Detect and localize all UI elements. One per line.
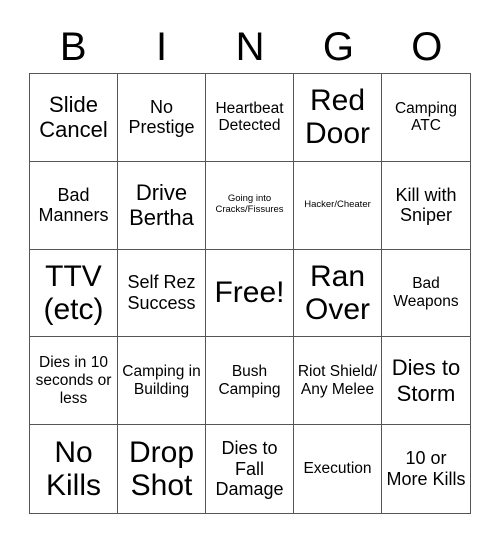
bingo-cell-b5[interactable]: No Kills [30, 425, 118, 513]
bingo-cell-text: Bad Weapons [393, 275, 459, 310]
bingo-card-grid: Slide Cancel No Prestige Heartbeat Detecte… [29, 73, 471, 514]
bingo-cell-text: Self Rez Success [127, 272, 196, 313]
bingo-cell-g5[interactable]: Execution [294, 425, 382, 513]
bingo-cell-n2[interactable]: Going into Cracks/Fissures [206, 161, 294, 250]
bingo-cell-text: No Kills [45, 436, 101, 503]
bingo-cell-text: Slide Cancel [39, 92, 108, 143]
header-letter-n: N [235, 25, 265, 69]
bingo-cell-o5[interactable]: 10 or More Kills [382, 425, 470, 513]
bingo-cell-text: No Prestige [128, 96, 195, 138]
header-letter-b: B [59, 25, 87, 69]
bingo-cell-i2[interactable]: Drive Bertha [118, 161, 206, 250]
bingo-cell-text: Bad Manners [38, 184, 109, 226]
bingo-cell-o2[interactable]: Kill with Sniper [382, 162, 470, 250]
bingo-cell-text: Hacker/Cheater [304, 198, 371, 210]
bingo-cell-text: Drive Bertha [129, 179, 194, 231]
bingo-cell-text: Free! [214, 276, 285, 310]
bingo-cell-text: Kill with Sniper [395, 184, 457, 226]
bingo-cell-text: Execution [303, 460, 372, 478]
bingo-cell-text: Dies to Storm [391, 355, 461, 406]
bingo-cell-i1[interactable]: No Prestige [118, 74, 206, 162]
bingo-cell-text: Going into Cracks/Fissures [215, 193, 284, 216]
bingo-cell-o1[interactable]: Camping ATC [382, 74, 470, 162]
bingo-header: B I N G O [29, 22, 471, 72]
bingo-cell-b3[interactable]: TTV (etc) [30, 249, 118, 338]
bingo-cell-g2[interactable]: Hacker/Cheater [294, 161, 382, 250]
bingo-cell-i4[interactable]: Camping in Building [118, 337, 206, 426]
bingo-cell-b4[interactable]: Dies in 10 seconds or less [30, 337, 118, 426]
header-letter-i: I [156, 25, 168, 69]
bingo-cell-text: Drop Shot [128, 436, 195, 503]
bingo-cell-text: Camping in Building [122, 362, 201, 398]
bingo-cell-text: Dies to Fall Damage [215, 438, 284, 500]
free-space-cell[interactable]: Free! [206, 249, 294, 338]
bingo-cell-b1[interactable]: Slide Cancel [30, 74, 118, 162]
bingo-cell-text: Riot Shield/ Any Melee [297, 362, 378, 398]
bingo-cell-o3[interactable]: Bad Weapons [382, 250, 470, 338]
bingo-cell-text: Camping ATC [394, 99, 458, 135]
bingo-cell-i3[interactable]: Self Rez Success [118, 249, 206, 338]
bingo-cell-n1[interactable]: Heartbeat Detected [206, 74, 294, 162]
header-letter-o: O [411, 25, 443, 69]
header-letter-g: G [322, 25, 354, 69]
bingo-cell-text: Heartbeat Detected [215, 99, 284, 135]
bingo-cell-o4[interactable]: Dies to Storm [382, 337, 470, 426]
bingo-cell-text: Red Door [304, 84, 371, 151]
bingo-cell-g4[interactable]: Riot Shield/ Any Melee [294, 337, 382, 426]
bingo-cell-g1[interactable]: Red Door [294, 74, 382, 162]
bingo-cell-n4[interactable]: Bush Camping [206, 337, 294, 426]
bingo-cell-text: Dies in 10 seconds or less [35, 354, 112, 407]
bingo-cell-text: 10 or More Kills [386, 448, 466, 490]
bingo-cell-n5[interactable]: Dies to Fall Damage [206, 425, 294, 513]
bingo-cell-text: TTV (etc) [43, 259, 104, 326]
bingo-cell-b2[interactable]: Bad Manners [30, 161, 118, 250]
bingo-cell-i5[interactable]: Drop Shot [118, 425, 206, 513]
bingo-cell-text: Ran Over [304, 259, 370, 326]
bingo-cell-g3[interactable]: Ran Over [294, 249, 382, 338]
bingo-cell-text: Bush Camping [218, 362, 281, 398]
